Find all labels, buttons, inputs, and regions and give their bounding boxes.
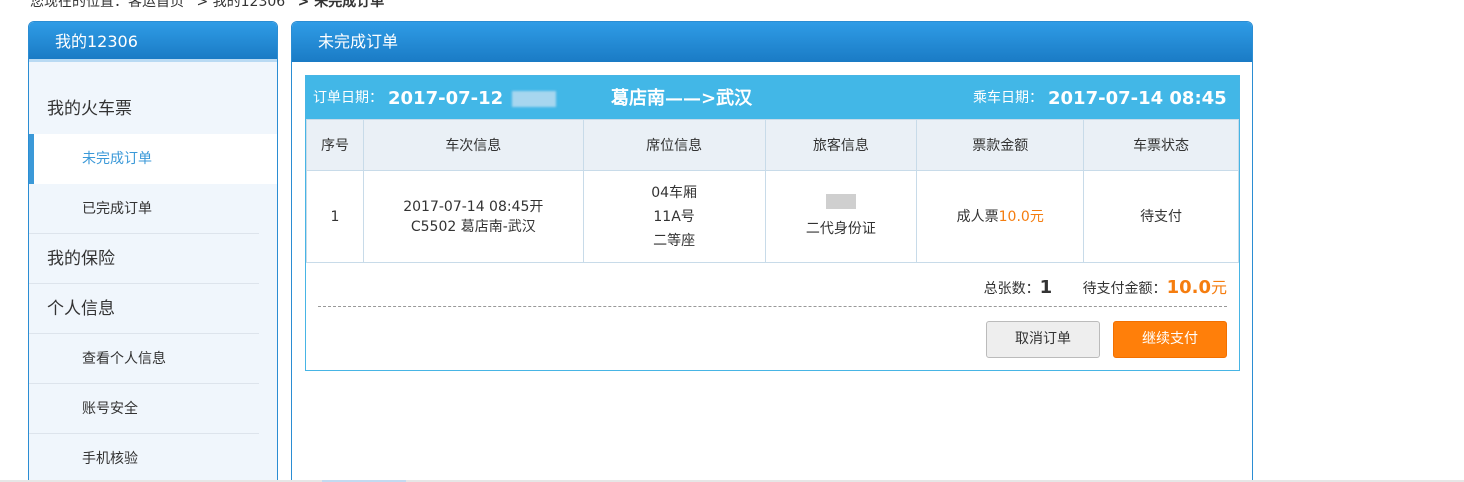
order-totals: 总张数：1 待支付金额：10.0元 xyxy=(984,274,1227,298)
col-passenger-info: 旅客信息 xyxy=(764,119,918,171)
sidebar-group-profile: 个人信息 xyxy=(29,284,259,334)
col-train-info: 车次信息 xyxy=(362,119,584,171)
order-card: 订单日期： 2017-07-12 葛店南——>武汉 乘车日期： 2017-07-… xyxy=(305,75,1240,371)
ticket-table: 序号 车次信息 席位信息 旅客信息 票款金额 车票状态 1 2017-07-14… xyxy=(306,119,1239,263)
order-route: 葛店南——>武汉 xyxy=(611,88,753,109)
row-train-info: 2017-07-14 08:45开 C5502 葛店南-武汉 xyxy=(362,170,584,263)
divider xyxy=(318,306,1227,307)
order-date-label: 订单日期： xyxy=(313,90,383,106)
page-title: 未完成订单 xyxy=(292,22,1252,62)
row-fare: 成人票10.0元 xyxy=(916,170,1085,263)
row-index: 1 xyxy=(306,170,364,263)
row-status: 待支付 xyxy=(1083,170,1239,263)
sidebar-group-insurance[interactable]: 我的保险 xyxy=(29,234,259,284)
col-seat-info: 席位信息 xyxy=(582,119,766,171)
col-index: 序号 xyxy=(306,119,364,171)
train-departure-time: 2017-07-14 08:45开 xyxy=(403,198,544,215)
main-panel: 未完成订单 订单日期： 2017-07-12 葛店南——>武汉 乘车日期： 20… xyxy=(291,21,1253,482)
passenger-id-type: 二代身份证 xyxy=(805,221,876,237)
amount-due: 10.0 xyxy=(1166,277,1211,298)
sidebar-item-phone-verify[interactable]: 手机核验 xyxy=(29,434,259,482)
row-seat-info: 04车厢 11A号 二等座 xyxy=(582,170,766,263)
row-passenger-info: 二代身份证 xyxy=(764,170,918,263)
redacted-block xyxy=(512,91,556,107)
sidebar-item-completed-orders[interactable]: 已完成订单 xyxy=(29,184,259,234)
breadcrumb-current: > 未完成订单 xyxy=(297,0,385,10)
sidebar-group-tickets: 我的火车票 xyxy=(47,99,132,119)
breadcrumb: 您现在的位置：客运首页 > 我的12306 > 未完成订单 xyxy=(30,0,392,11)
breadcrumb-home[interactable]: 您现在的位置：客运首页 xyxy=(30,0,184,10)
amount-currency: 元 xyxy=(1210,278,1227,297)
sidebar-item-pending-orders[interactable]: 未完成订单 xyxy=(29,134,277,184)
sidebar-item-view-profile[interactable]: 查看个人信息 xyxy=(29,334,259,384)
sidebar-title: 我的12306 xyxy=(29,22,277,62)
amount-due-label: 待支付金额： xyxy=(1082,281,1167,297)
continue-payment-button[interactable]: 继续支付 xyxy=(1113,321,1227,358)
travel-date-label: 乘车日期： xyxy=(973,90,1043,106)
sidebar-item-account-security[interactable]: 账号安全 xyxy=(29,384,259,434)
table-header-row: 序号 车次信息 席位信息 旅客信息 票款金额 车票状态 xyxy=(306,119,1239,171)
ticket-count: 1 xyxy=(1039,277,1053,298)
redacted-passenger-name xyxy=(825,194,856,209)
breadcrumb-my12306[interactable]: > 我的12306 xyxy=(196,0,285,10)
table-row: 1 2017-07-14 08:45开 C5502 葛店南-武汉 04车厢 11… xyxy=(306,170,1239,263)
seat-number: 11A号 xyxy=(653,208,695,225)
order-header: 订单日期： 2017-07-12 葛店南——>武汉 乘车日期： 2017-07-… xyxy=(306,76,1239,119)
travel-date: 2017-07-14 08:45 xyxy=(1048,88,1227,109)
seat-class: 二等座 xyxy=(653,232,696,249)
seat-car: 04车厢 xyxy=(651,184,698,201)
fare-type: 成人票 xyxy=(956,208,999,225)
col-status: 车票状态 xyxy=(1083,119,1239,171)
train-number-route: C5502 葛店南-武汉 xyxy=(410,218,536,235)
col-fare: 票款金额 xyxy=(916,119,1085,171)
ticket-count-label: 总张数： xyxy=(983,281,1040,297)
order-date: 2017-07-12 xyxy=(388,88,504,109)
cancel-order-button[interactable]: 取消订单 xyxy=(986,321,1100,358)
fare-amount: 10.0元 xyxy=(998,208,1044,225)
sidebar: 我的12306 我的火车票 未完成订单 已完成订单 我的保险 个人信息 查看个人… xyxy=(28,21,278,482)
